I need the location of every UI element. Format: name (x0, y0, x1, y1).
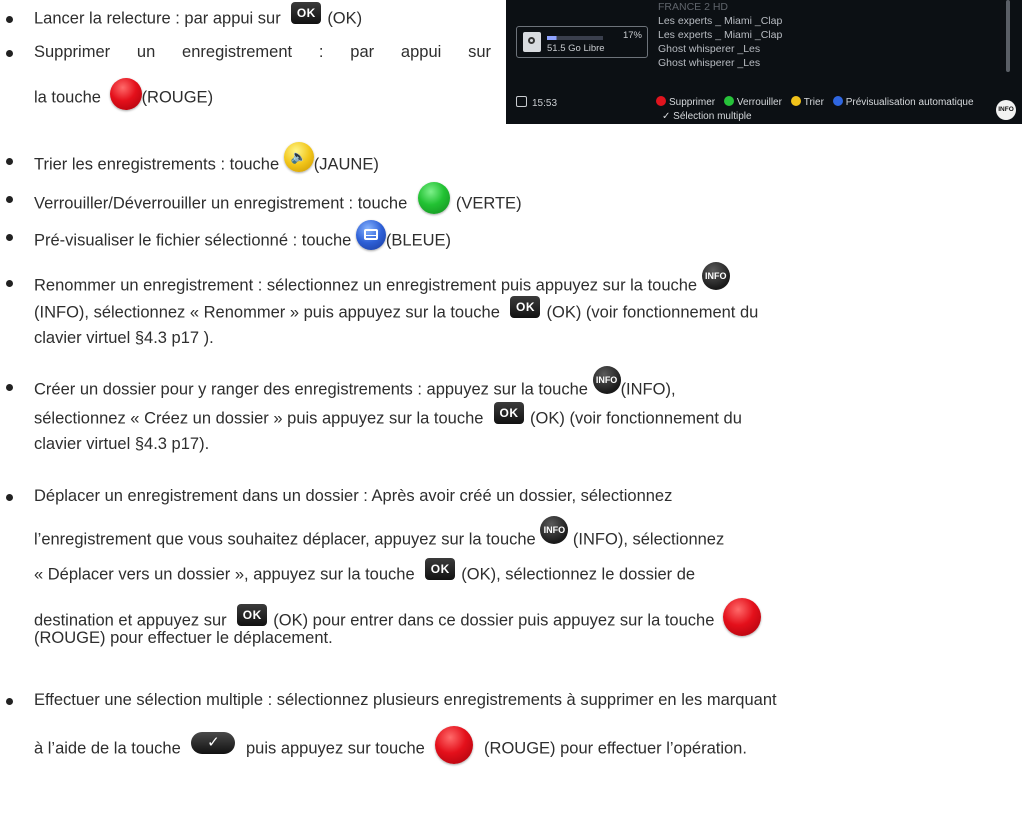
blue-key-icon (355, 220, 386, 250)
check-icon: ✓ (662, 111, 671, 122)
item-suffix: (OK) (327, 9, 363, 28)
item-text: sélectionnez « Créez un dossier » puis a… (34, 409, 484, 428)
legend-lock: Verrouiller (736, 97, 782, 108)
info-key-icon: INFO (540, 516, 569, 544)
ok-key-icon: OK (510, 296, 541, 318)
item-text: (INFO), sélectionnez « Renommer » puis a… (34, 303, 500, 322)
bullet (6, 384, 13, 391)
bullet (6, 16, 13, 23)
item-text: puis appuyez sur touche (245, 739, 425, 758)
recording-row: Ghost whisperer _Les (658, 43, 761, 55)
bullet (6, 196, 13, 203)
tv-recordings-screenshot: FRANCE 2 HD Les experts _ Miami _Clap Le… (506, 0, 1022, 124)
ok-key-icon: OK (237, 604, 268, 626)
item-text: (OK) (voir fonctionnement du (530, 409, 742, 428)
item-text: la touche (34, 88, 101, 107)
item-suffix: (BLEUE) (385, 231, 452, 250)
time-text: 15:53 (532, 98, 558, 109)
item-suffix: (ROUGE) (141, 88, 214, 107)
yellow-key-icon (790, 96, 801, 106)
item-text: Déplacer un enregistrement dans un dossi… (34, 487, 673, 505)
bullet (6, 234, 13, 241)
tv-legend-multi: ✓ Sélection multiple (662, 111, 752, 122)
bullet (6, 280, 13, 287)
blue-key-icon (832, 96, 843, 106)
red-key-icon (656, 96, 666, 106)
bullet (6, 698, 13, 705)
green-key-icon (723, 96, 734, 106)
item-suffix: (VERTE) (455, 194, 522, 213)
item-text: Pré-visualiser le fichier sélectionné : … (34, 231, 352, 250)
ok-key-icon: OK (494, 402, 525, 424)
item-text: Trier les enregistrements : touche (34, 155, 280, 174)
item-text: « Déplacer vers un dossier », appuyez su… (34, 565, 415, 584)
storage-bar (547, 36, 603, 40)
item-text: (INFO), sélectionnez (572, 530, 725, 549)
tv-scrollbar (1006, 0, 1010, 72)
bullet (6, 494, 13, 501)
red-key-icon (109, 78, 142, 110)
item-text: clavier virtuel §4.3 p17 ). (34, 329, 214, 347)
red-key-icon (722, 598, 761, 636)
info-key-icon: INFO (996, 100, 1016, 120)
ok-key-icon: OK (425, 558, 456, 580)
clock-icon (516, 96, 527, 107)
item-text: clavier virtuel §4.3 p17). (34, 435, 210, 453)
item-text: Renommer un enregistrement : sélectionne… (34, 276, 698, 295)
tv-key-legend: Supprimer Verrouiller Trier Prévisualisa… (656, 96, 974, 108)
info-key-icon: INFO (701, 262, 730, 290)
item-text: à l’aide de la touche (34, 739, 181, 758)
item-text: (OK), sélectionnez le dossier de (461, 565, 696, 584)
item-text: Lancer la relecture : par appui sur (34, 9, 281, 28)
manual-page: FRANCE 2 HD Les experts _ Miami _Clap Le… (0, 0, 1028, 838)
item-suffix: (JAUNE) (313, 155, 379, 174)
recordings-list: FRANCE 2 HD Les experts _ Miami _Clap Le… (658, 0, 1008, 70)
item-text: (OK) (voir fonctionnement du (546, 303, 759, 322)
item-text: destination et appuyez sur (34, 611, 227, 630)
item-text: Supprimer un enregistrement : par appui … (34, 43, 491, 61)
info-key-icon: INFO (592, 366, 621, 394)
bullet (6, 158, 13, 165)
legend-multi: Sélection multiple (673, 111, 752, 122)
item-text: (ROUGE) pour effectuer le déplacement. (34, 629, 333, 647)
recording-row: FRANCE 2 HD (658, 1, 729, 13)
item-text: Verrouiller/Déverrouiller un enregistrem… (34, 194, 408, 213)
recording-row: Ghost whisperer _Les (658, 57, 761, 69)
item-text: l’enregistrement que vous souhaitez dépl… (34, 530, 536, 549)
yellow-key-icon: 🔈 (283, 142, 314, 172)
recording-row: Les experts _ Miami _Clap (658, 29, 783, 41)
check-key-icon: ✓ (191, 732, 236, 754)
item-text: (OK) pour entrer dans ce dossier puis ap… (273, 611, 715, 630)
recording-row: Les experts _ Miami _Clap (658, 15, 783, 27)
red-key-icon (435, 726, 474, 764)
legend-preview: Prévisualisation automatique (845, 97, 974, 108)
bullet (6, 50, 13, 57)
storage-percent: 17% (622, 30, 642, 41)
legend-delete: Supprimer (669, 97, 716, 108)
item-text: Créer un dossier pour y ranger des enreg… (34, 380, 588, 399)
green-key-icon (417, 182, 450, 214)
item-text: Effectuer une sélection multiple : sélec… (34, 691, 777, 709)
tv-clock-time: 15:53 (516, 96, 557, 109)
legend-sort: Trier (803, 97, 824, 108)
item-text: (ROUGE) pour effectuer l’opération. (484, 739, 747, 758)
disk-icon (523, 32, 541, 52)
storage-free: 51.5 Go Libre (547, 43, 605, 54)
item-suffix: (INFO), (620, 380, 676, 399)
storage-indicator: 17% 51.5 Go Libre (516, 26, 648, 58)
ok-key-icon: OK (291, 2, 322, 24)
